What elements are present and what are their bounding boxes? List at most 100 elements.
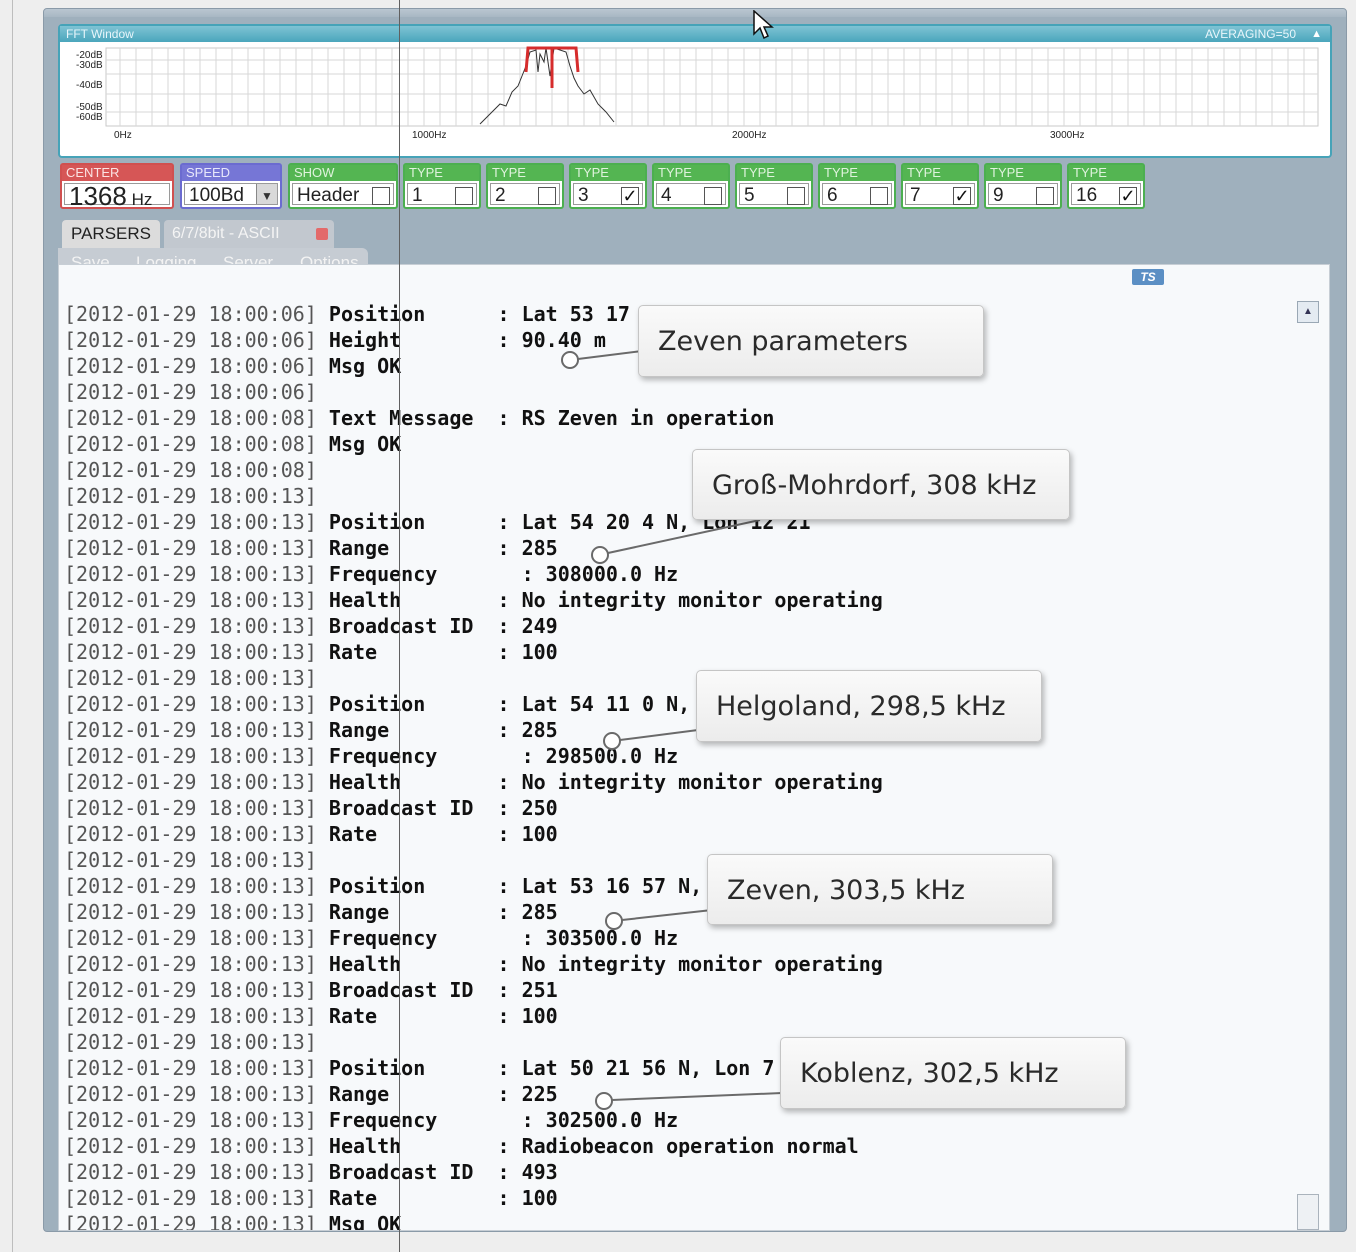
log-line: [2012-01-29 18:00:13] Position : Lat 50 … [64, 1055, 883, 1081]
log-message: Text Message : RS Zeven in operation [316, 406, 775, 430]
type-control-2[interactable]: TYPE 2 [486, 163, 564, 209]
speed-control[interactable]: SPEED 100Bd ▼ [180, 163, 282, 209]
db-tick-label: -40dB [76, 80, 103, 91]
tab-parsers[interactable]: PARSERS [62, 220, 160, 248]
log-message: Broadcast ID : 493 [316, 1160, 558, 1184]
type-checkbox[interactable] [870, 187, 888, 205]
log-line: [2012-01-29 18:00:13] Rate : 100 [64, 821, 883, 847]
type-label: TYPE [654, 165, 728, 181]
timestamp-toggle-icon[interactable]: TS [1132, 269, 1164, 285]
log-timestamp: [2012-01-29 18:00:06] [64, 328, 317, 352]
center-control[interactable]: CENTER 1368 Hz [60, 163, 174, 209]
type-value: 2 [495, 185, 506, 206]
log-timestamp: [2012-01-29 18:00:06] [64, 302, 317, 326]
type-field: 16 ✓ [1071, 183, 1141, 206]
center-value-field[interactable]: 1368 Hz [64, 183, 170, 209]
log-message: Rate : 100 [316, 640, 558, 664]
type-label: TYPE [1069, 165, 1143, 181]
log-message: Broadcast ID : 249 [316, 614, 558, 638]
log-timestamp: [2012-01-29 18:00:06] [64, 380, 317, 404]
log-line: [2012-01-29 18:00:13] Msg OK [64, 1211, 883, 1231]
log-timestamp: [2012-01-29 18:00:13] [64, 692, 317, 716]
type-label: TYPE [571, 165, 645, 181]
type-checkbox[interactable]: ✓ [1119, 187, 1137, 205]
show-control[interactable]: SHOW Header [288, 163, 398, 209]
log-timestamp: [2012-01-29 18:00:13] [64, 1134, 317, 1158]
log-timestamp: [2012-01-29 18:00:13] [64, 614, 317, 638]
type-field: 4 [656, 183, 726, 206]
page-left-border [12, 0, 13, 1252]
log-timestamp: [2012-01-29 18:00:13] [64, 1030, 317, 1054]
center-value: 1368 [69, 181, 127, 211]
log-timestamp: [2012-01-29 18:00:08] [64, 458, 317, 482]
log-message: Range : 285 [316, 536, 558, 560]
log-timestamp: [2012-01-29 18:00:13] [64, 796, 317, 820]
log-line: [2012-01-29 18:00:13] Frequency : 302500… [64, 1107, 883, 1133]
log-message: Msg OK [316, 432, 402, 456]
log-line: [2012-01-29 18:00:13] Rate : 100 [64, 1185, 883, 1211]
log-timestamp: [2012-01-29 18:00:13] [64, 588, 317, 612]
overlay-vertical-line [399, 0, 400, 1252]
type-checkbox[interactable] [704, 187, 722, 205]
triangle-up-icon[interactable]: ▲ [1311, 26, 1322, 42]
type-value: 4 [661, 185, 672, 206]
fft-title: FFT Window [66, 27, 134, 41]
log-line: [2012-01-29 18:00:13] Frequency : 303500… [64, 925, 883, 951]
type-control-3[interactable]: TYPE 3 ✓ [569, 163, 647, 209]
log-line: [2012-01-29 18:00:13] Broadcast ID : 251 [64, 977, 883, 1003]
log-line: [2012-01-29 18:00:13] Broadcast ID : 493 [64, 1159, 883, 1185]
type-control-6[interactable]: TYPE 6 [818, 163, 896, 209]
log-timestamp: [2012-01-29 18:00:13] [64, 536, 317, 560]
chevron-down-icon[interactable]: ▼ [256, 184, 277, 204]
type-checkbox[interactable] [538, 187, 556, 205]
freq-tick-label: 0Hz [114, 130, 132, 141]
close-icon[interactable] [316, 228, 328, 240]
speed-select[interactable]: 100Bd ▼ [184, 183, 278, 206]
scroll-up-arrow-icon[interactable]: ▲ [1297, 301, 1319, 323]
control-strip: CENTER 1368 Hz SPEED 100Bd ▼ SHOW Header… [58, 160, 1328, 214]
log-timestamp: [2012-01-29 18:00:08] [64, 406, 317, 430]
log-message: Health : No integrity monitor operating [316, 588, 883, 612]
log-message: Broadcast ID : 251 [316, 978, 558, 1002]
type-checkbox[interactable]: ✓ [621, 187, 639, 205]
type-checkbox[interactable]: ✓ [953, 187, 971, 205]
type-control-5[interactable]: TYPE 5 [735, 163, 813, 209]
log-line: [2012-01-29 18:00:13] Health : No integr… [64, 769, 883, 795]
log-line: [2012-01-29 18:00:08] Text Message : RS … [64, 405, 883, 431]
type-control-4[interactable]: TYPE 4 [652, 163, 730, 209]
log-timestamp: [2012-01-29 18:00:06] [64, 354, 317, 378]
log-message: Msg OK [316, 1212, 402, 1231]
fft-spectrum-plot: -20dB-30dB-40dB-50dB-60dB 0Hz 1000Hz 2000H… [76, 46, 1319, 141]
log-message: Range : 225 [316, 1082, 558, 1106]
log-message: Frequency : 298500.0 Hz [316, 744, 679, 768]
type-checkbox[interactable] [787, 187, 805, 205]
type-value: 7 [910, 185, 921, 206]
log-timestamp: [2012-01-29 18:00:13] [64, 848, 317, 872]
scrollbar-thumb[interactable] [1297, 1194, 1319, 1230]
freq-tick-label: 1000Hz [412, 130, 446, 141]
type-control-9[interactable]: TYPE 9 [984, 163, 1062, 209]
db-tick-label: -30dB [76, 60, 103, 71]
center-unit: Hz [131, 190, 153, 209]
decoder-log-output[interactable]: TS ▲ [2012-01-29 18:00:06] Position : La… [58, 264, 1330, 1231]
freq-tick-label: 3000Hz [1050, 130, 1084, 141]
type-control-16[interactable]: TYPE 16 ✓ [1067, 163, 1145, 209]
log-timestamp: [2012-01-29 18:00:08] [64, 432, 317, 456]
callout-zeven-parameters: Zeven parameters [638, 305, 984, 377]
log-timestamp: [2012-01-29 18:00:13] [64, 926, 317, 950]
type-control-1[interactable]: TYPE 1 [403, 163, 481, 209]
log-line: [2012-01-29 18:00:13] Frequency : 308000… [64, 561, 883, 587]
show-header-checkbox[interactable] [372, 187, 390, 205]
log-timestamp: [2012-01-29 18:00:13] [64, 978, 317, 1002]
log-message: Frequency : 303500.0 Hz [316, 926, 679, 950]
type-control-7[interactable]: TYPE 7 ✓ [901, 163, 979, 209]
log-line: [2012-01-29 18:00:13] Rate : 100 [64, 1003, 883, 1029]
center-label: CENTER [62, 165, 172, 181]
type-label: TYPE [986, 165, 1060, 181]
tab-ascii[interactable]: 6/7/8bit - ASCII [164, 220, 334, 248]
type-checkbox[interactable] [455, 187, 473, 205]
type-checkbox[interactable] [1036, 187, 1054, 205]
log-line: [2012-01-29 18:00:13] Frequency : 298500… [64, 743, 883, 769]
log-line: [2012-01-29 18:00:13] Health : Radiobeac… [64, 1133, 883, 1159]
log-timestamp: [2012-01-29 18:00:13] [64, 484, 317, 508]
